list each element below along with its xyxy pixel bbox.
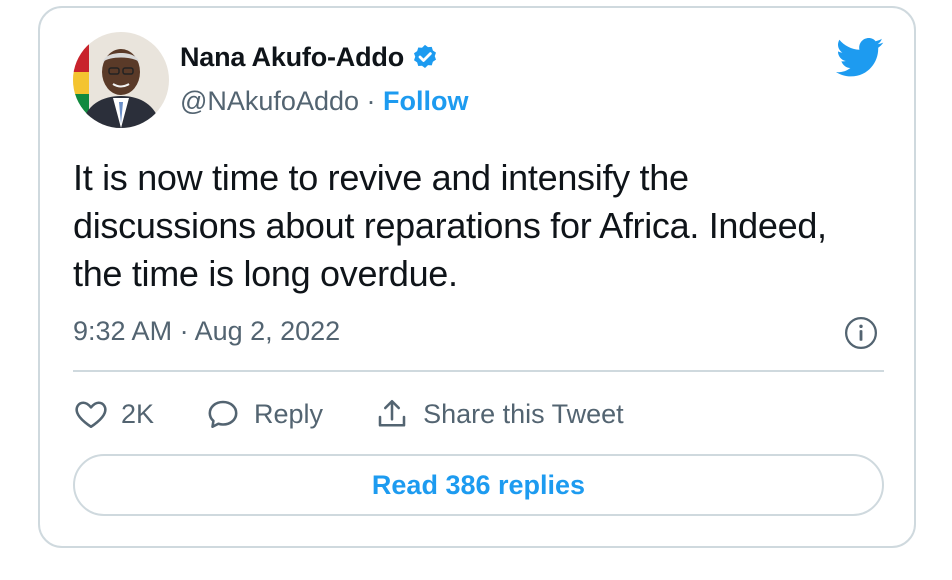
speech-bubble-icon <box>204 396 242 432</box>
follow-link[interactable]: Follow <box>383 86 468 116</box>
heart-icon <box>73 396 109 432</box>
verified-badge-icon <box>410 43 440 73</box>
share-label: Share this Tweet <box>423 398 624 429</box>
author-row: Nana Akufo-Addo <box>180 42 440 73</box>
info-icon[interactable] <box>844 316 878 350</box>
avatar[interactable] <box>73 32 169 128</box>
handle-separator: · <box>359 86 384 116</box>
share-button[interactable]: Share this Tweet <box>373 396 624 432</box>
read-replies-button[interactable]: Read 386 replies <box>73 454 884 516</box>
reply-label: Reply <box>254 398 324 429</box>
divider <box>73 370 884 372</box>
tweet-actions: 2K Reply Share this Tweet <box>73 396 624 432</box>
tweet-card: Nana Akufo-Addo @NAkufoAddo · Follow It … <box>38 6 916 548</box>
tweet-timestamp[interactable]: 9:32 AM · Aug 2, 2022 <box>73 316 340 347</box>
reply-button[interactable]: Reply <box>204 396 323 432</box>
share-upload-icon <box>373 396 411 432</box>
like-count: 2K <box>121 398 155 429</box>
handle-row: @NAkufoAddo · Follow <box>180 86 469 117</box>
author-name[interactable]: Nana Akufo-Addo <box>180 42 404 73</box>
twitter-bird-icon[interactable] <box>836 38 884 78</box>
like-button[interactable]: 2K <box>73 396 154 432</box>
author-handle[interactable]: @NAkufoAddo <box>180 86 359 116</box>
tweet-text: It is now time to revive and intensify t… <box>73 157 827 294</box>
